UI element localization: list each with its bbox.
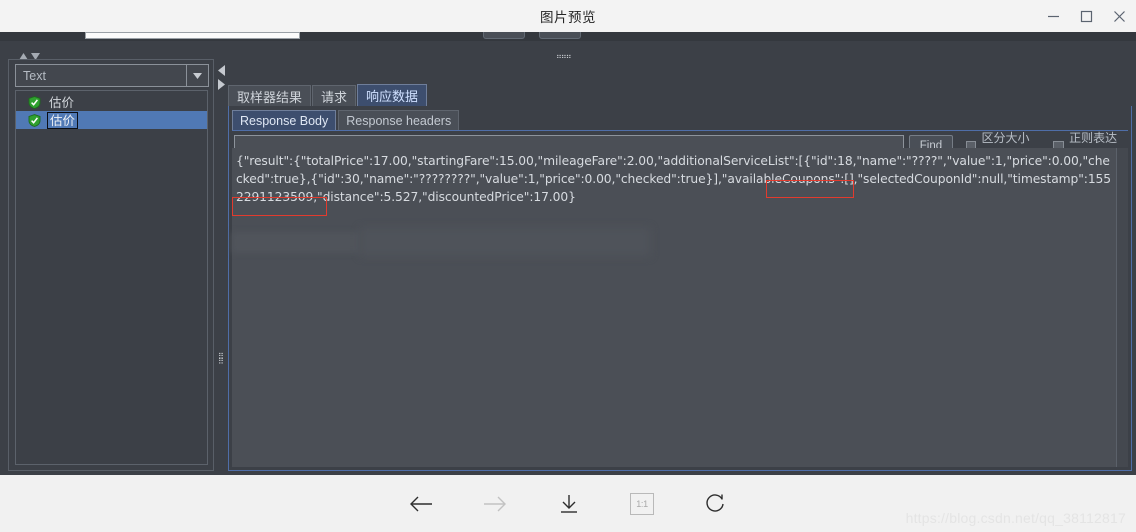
horizontal-splitter[interactable]: ⠿⠿⠿ [0, 41, 1136, 63]
result-render-type-value: Text [23, 68, 46, 83]
rotate-icon [706, 493, 724, 512]
close-button[interactable] [1103, 0, 1136, 32]
list-item[interactable]: 估价 [16, 111, 207, 129]
vertical-scrollbar[interactable] [1116, 148, 1128, 467]
collapse-right-icon[interactable] [218, 77, 225, 95]
tab-response-body[interactable]: Response Body [232, 110, 337, 130]
tab-response-headers[interactable]: Response headers [338, 110, 460, 130]
success-shield-icon [28, 113, 41, 127]
window-controls [1037, 0, 1136, 32]
vertical-splitter[interactable]: ⠿ ⠿ [216, 59, 226, 471]
actual-size-button[interactable]: 1:1 [630, 492, 654, 515]
title-bar: 图片预览 [0, 0, 1136, 32]
clipped-text-field [85, 32, 300, 39]
tab-request[interactable]: 请求 [312, 85, 357, 106]
response-data-content: Response Body Response headers Find 区分大小… [228, 106, 1132, 471]
redacted-region-2 [360, 228, 650, 256]
clipped-button-2 [539, 32, 581, 39]
result-render-type-select[interactable]: Text [15, 64, 209, 87]
tab-sampler-result[interactable]: 取样器结果 [228, 85, 312, 106]
results-tree-list[interactable]: 估价 估价 [15, 90, 208, 465]
tab-label: 请求 [321, 90, 348, 106]
clipped-button-1 [483, 32, 525, 39]
main-tab-bar[interactable]: 取样器结果 请求 响应数据 [228, 84, 428, 106]
image-preview-area: ⠿⠿⠿ Text [0, 32, 1136, 475]
list-item-label: 估价 [49, 94, 75, 110]
window-title: 图片预览 [540, 10, 596, 26]
response-body-text: {"result":{"totalPrice":17.00,"startingF… [236, 154, 1111, 204]
results-tree-panel: Text 估价 估价 [8, 59, 214, 471]
maximize-button[interactable] [1070, 0, 1103, 32]
previous-image-button[interactable] [408, 491, 434, 517]
arrow-right-icon [484, 496, 506, 511]
success-shield-icon [28, 95, 41, 109]
response-panel: 取样器结果 请求 响应数据 Response Body Response hea… [228, 59, 1132, 471]
watermark-text: https://blog.csdn.net/qq_38112817 [905, 510, 1126, 526]
download-image-button[interactable] [556, 491, 582, 517]
list-item-label: 估价 [47, 111, 79, 129]
clipped-toolbar-strip [0, 32, 1136, 41]
tab-label: 取样器结果 [237, 90, 303, 106]
response-body-viewer[interactable]: {"result":{"totalPrice":17.00,"startingF… [232, 148, 1128, 467]
list-item[interactable]: 估价 [16, 93, 207, 111]
preview-toolbar: 1:1 https://blog.csdn.net/qq_38112817 [0, 475, 1136, 532]
splitter-grip-icon[interactable]: ⠿ ⠿ [218, 353, 224, 366]
tab-response-data[interactable]: 响应数据 [357, 84, 428, 106]
arrow-left-icon [410, 496, 432, 511]
image-preview-window: 图片预览 Text 估价 估价 ⠿ ⠿ 取样器结果 请求 响应数据 Respon… [0, 0, 1136, 532]
minimize-button[interactable] [1037, 0, 1070, 32]
download-icon [561, 494, 577, 513]
tab-label: Response headers [346, 113, 452, 128]
next-image-button [482, 491, 508, 517]
previewed-screenshot: ⠿⠿⠿ Text [0, 32, 1136, 475]
actual-size-label: 1:1 [636, 498, 648, 509]
redacted-region-1 [232, 232, 360, 253]
chevron-down-icon[interactable] [186, 65, 208, 86]
tab-label: 响应数据 [366, 90, 419, 105]
rotate-image-button[interactable] [702, 491, 728, 517]
sub-tab-bar[interactable]: Response Body Response headers [232, 109, 460, 130]
tab-label: Response Body [240, 113, 329, 128]
